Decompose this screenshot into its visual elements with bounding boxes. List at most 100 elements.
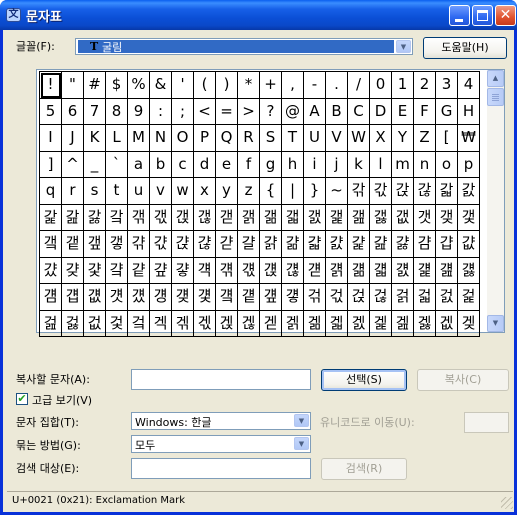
char-cell[interactable]: y <box>216 178 238 205</box>
char-cell[interactable]: 갞 <box>128 204 150 231</box>
char-cell[interactable]: 걓 <box>172 257 194 284</box>
char-cell[interactable]: 걠 <box>392 257 414 284</box>
char-cell[interactable]: } <box>304 178 326 205</box>
char-cell[interactable]: W <box>348 125 370 152</box>
char-cell[interactable]: 걀 <box>238 231 260 258</box>
char-cell[interactable]: 걗 <box>238 257 260 284</box>
char-cell[interactable]: 갃 <box>370 178 392 205</box>
char-cell[interactable]: 5 <box>40 98 62 125</box>
char-cell[interactable]: 갲 <box>436 204 458 231</box>
char-cell[interactable]: ] <box>40 151 62 178</box>
char-cell[interactable]: [ <box>436 125 458 152</box>
char-cell[interactable]: a <box>128 151 150 178</box>
char-cell[interactable]: 걊 <box>458 231 480 258</box>
char-cell[interactable]: 걚 <box>282 257 304 284</box>
char-cell[interactable]: Z <box>414 125 436 152</box>
char-cell[interactable]: 6 <box>62 98 84 125</box>
char-cell[interactable]: 걻 <box>414 284 436 311</box>
char-cell[interactable]: 갿 <box>216 231 238 258</box>
char-cell[interactable]: 겍 <box>150 310 172 337</box>
char-cell[interactable]: 걆 <box>370 231 392 258</box>
char-cell[interactable]: 걬 <box>216 284 238 311</box>
char-cell[interactable]: 0 <box>370 72 392 99</box>
char-cell[interactable]: 겞 <box>436 310 458 337</box>
char-cell[interactable]: 걉 <box>436 231 458 258</box>
minimize-button[interactable] <box>449 5 470 26</box>
char-cell[interactable]: / <box>348 72 370 99</box>
char-cell[interactable]: % <box>128 72 150 99</box>
char-cell[interactable]: 걕 <box>194 257 216 284</box>
char-cell[interactable]: 걒 <box>150 257 172 284</box>
copy-button[interactable]: 복사(C) <box>417 369 509 391</box>
char-cell[interactable]: 갫 <box>370 204 392 231</box>
char-cell[interactable]: 걹 <box>392 284 414 311</box>
char-cell[interactable]: 갘 <box>106 204 128 231</box>
char-cell[interactable]: T <box>282 125 304 152</box>
char-cell[interactable]: 갏 <box>84 204 106 231</box>
char-cell[interactable]: 걌 <box>40 257 62 284</box>
char-cell[interactable]: { <box>260 178 282 205</box>
char-cell[interactable]: _ <box>84 151 106 178</box>
char-cell[interactable]: 걢 <box>436 257 458 284</box>
vertical-scrollbar[interactable]: ▲ ▼ <box>487 70 504 332</box>
resize-grip-icon[interactable] <box>501 497 513 509</box>
char-cell[interactable]: 겇 <box>106 310 128 337</box>
char-cell[interactable]: b <box>150 151 172 178</box>
char-cell[interactable]: 갪 <box>348 204 370 231</box>
char-cell[interactable]: ~ <box>326 178 348 205</box>
char-cell[interactable]: 걅 <box>348 231 370 258</box>
char-cell[interactable]: 갍 <box>40 204 62 231</box>
char-cell[interactable]: 걦 <box>84 284 106 311</box>
char-cell[interactable]: 갾 <box>194 231 216 258</box>
char-cell[interactable]: L <box>106 125 128 152</box>
char-cell[interactable]: | <box>282 178 304 205</box>
char-cell[interactable]: r <box>62 178 84 205</box>
char-cell[interactable]: J <box>62 125 84 152</box>
font-dropdown[interactable]: T 굴림 ▼ <box>75 38 413 55</box>
maximize-button[interactable] <box>472 5 493 26</box>
char-cell[interactable]: 갯 <box>414 204 436 231</box>
char-cell[interactable]: 갳 <box>458 204 480 231</box>
char-cell[interactable]: 1 <box>392 72 414 99</box>
search-input[interactable] <box>131 458 311 479</box>
char-cell[interactable]: 갮 <box>392 204 414 231</box>
char-cell[interactable]: ^ <box>62 151 84 178</box>
char-cell[interactable]: 걥 <box>62 284 84 311</box>
char-cell[interactable]: 겚 <box>392 310 414 337</box>
char-cell[interactable]: X <box>370 125 392 152</box>
char-cell[interactable]: 걁 <box>260 231 282 258</box>
char-cell[interactable]: ₩ <box>458 125 480 152</box>
select-button[interactable]: 선택(S) <box>321 369 407 391</box>
char-cell[interactable]: c <box>172 151 194 178</box>
char-cell[interactable]: 갨 <box>304 204 326 231</box>
close-button[interactable]: ✕ <box>495 5 516 26</box>
char-cell[interactable]: ; <box>172 98 194 125</box>
char-cell[interactable]: 걾 <box>40 310 62 337</box>
char-cell[interactable]: 7 <box>84 98 106 125</box>
char-cell[interactable]: 겒 <box>238 310 260 337</box>
char-cell[interactable]: p <box>458 151 480 178</box>
char-cell[interactable]: 걟 <box>370 257 392 284</box>
char-cell[interactable]: 걶 <box>370 284 392 311</box>
char-cell[interactable]: 걖 <box>216 257 238 284</box>
char-cell[interactable]: 걣 <box>458 257 480 284</box>
char-cell[interactable]: Q <box>216 125 238 152</box>
char-cell[interactable]: z <box>238 178 260 205</box>
char-cell[interactable]: 겏 <box>194 310 216 337</box>
char-cell[interactable]: G <box>436 98 458 125</box>
char-cell[interactable]: , <box>282 72 304 99</box>
char-cell[interactable]: 걎 <box>62 257 84 284</box>
copy-chars-input[interactable] <box>131 369 311 390</box>
char-cell[interactable]: u <box>128 178 150 205</box>
char-cell[interactable]: 갌 <box>458 178 480 205</box>
char-cell[interactable]: q <box>40 178 62 205</box>
char-cell[interactable]: i <box>304 151 326 178</box>
char-cell[interactable]: Y <box>392 125 414 152</box>
char-cell[interactable]: * <box>238 72 260 99</box>
char-cell[interactable]: 2 <box>414 72 436 99</box>
char-cell[interactable]: w <box>172 178 194 205</box>
search-button[interactable]: 검색(R) <box>321 458 407 480</box>
char-cell[interactable]: 걨 <box>128 284 150 311</box>
char-cell[interactable]: @ <box>282 98 304 125</box>
char-cell[interactable]: d <box>194 151 216 178</box>
